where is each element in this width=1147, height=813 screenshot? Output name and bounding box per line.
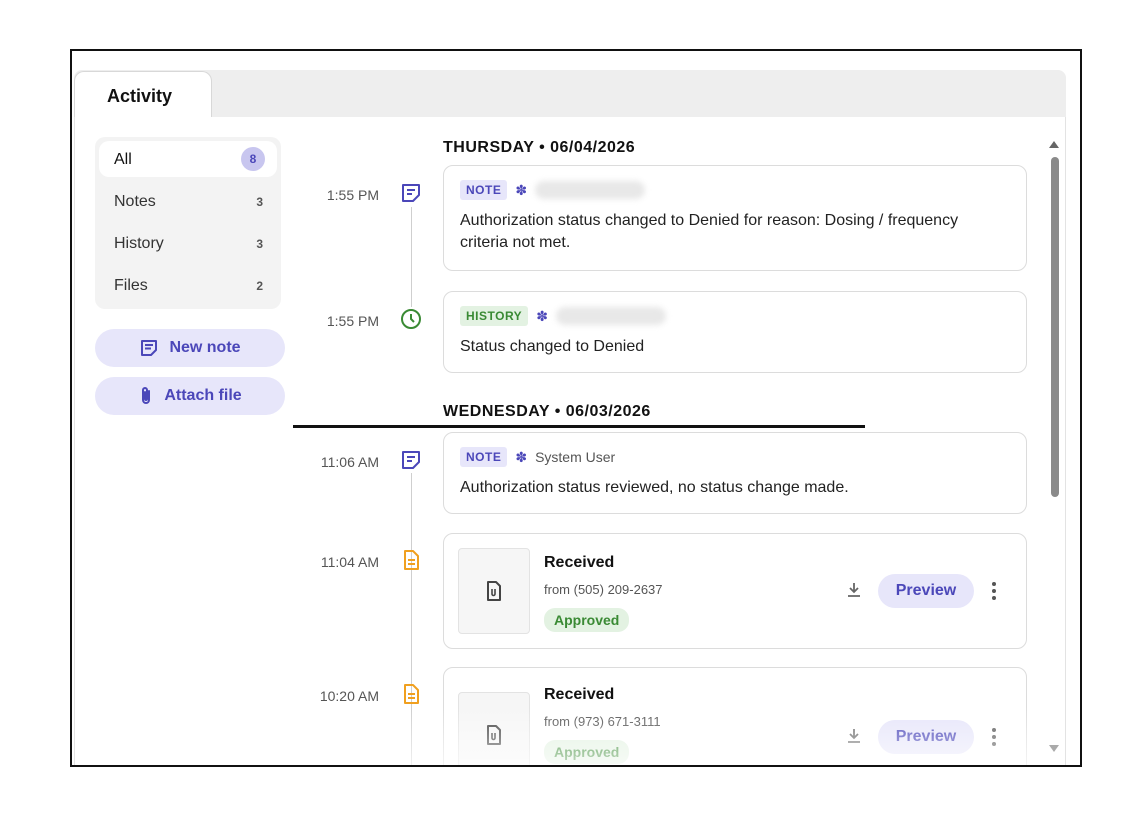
day-header-wednesday: WEDNESDAY • 06/03/2026 xyxy=(443,403,651,420)
more-options-icon[interactable] xyxy=(988,580,1000,602)
user-icon: ✽ xyxy=(515,181,528,198)
attachment-icon xyxy=(487,581,501,601)
history-tag: HISTORY xyxy=(460,306,529,326)
entry-time: 10:20 AM xyxy=(319,688,379,704)
filter-all-count: 8 xyxy=(241,147,265,171)
download-icon[interactable] xyxy=(844,726,864,746)
filter-history-label: History xyxy=(114,235,164,252)
file-icon xyxy=(404,550,419,570)
entry-time: 1:55 PM xyxy=(326,313,379,329)
filter-notes[interactable]: Notes 3 xyxy=(99,183,277,219)
new-note-button[interactable]: New note xyxy=(95,329,285,367)
history-text: Status changed to Denied xyxy=(460,338,645,355)
note-text: Authorization status reviewed, no status… xyxy=(460,479,849,496)
file-title: Received xyxy=(544,554,615,571)
status-badge: Approved xyxy=(544,740,630,764)
attach-file-button[interactable]: Attach file xyxy=(95,377,285,415)
download-icon[interactable] xyxy=(844,580,864,600)
activity-content: All 8 Notes 3 History 3 Files 2 New note xyxy=(74,117,1066,765)
card-meta: NOTE ✽ xyxy=(460,180,646,200)
note-icon xyxy=(402,451,420,469)
new-note-label: New note xyxy=(169,339,241,356)
filter-files[interactable]: Files 2 xyxy=(99,267,277,303)
scrollbar[interactable] xyxy=(1047,137,1061,757)
file-source: from (973) 671-3111 xyxy=(544,714,661,729)
filter-list: All 8 Notes 3 History 3 Files 2 xyxy=(95,137,281,309)
note-text: Authorization status changed to Denied f… xyxy=(460,212,959,251)
tab-bar xyxy=(74,70,1066,118)
scroll-down-icon[interactable] xyxy=(1049,745,1059,752)
entry-time: 11:04 AM xyxy=(320,554,379,570)
timeline-line xyxy=(411,207,412,307)
user-icon: ✽ xyxy=(515,448,528,465)
note-icon xyxy=(402,184,420,202)
filter-notes-label: Notes xyxy=(114,193,156,210)
file-icon xyxy=(404,684,419,704)
card-meta: NOTE ✽ System User xyxy=(460,447,615,467)
tab-activity[interactable]: Activity xyxy=(74,71,212,119)
attachment-icon xyxy=(487,725,501,745)
note-card: NOTE ✽ Authorization status changed to D… xyxy=(443,165,1027,271)
note-tag: NOTE xyxy=(460,180,508,200)
divider-line xyxy=(293,425,865,428)
redacted-author xyxy=(535,181,646,199)
file-title: Received xyxy=(544,686,615,703)
scroll-up-icon[interactable] xyxy=(1049,141,1059,148)
author-name: System User xyxy=(535,449,616,465)
activity-panel-frame: Activity All 8 Notes 3 History 3 Files 2 xyxy=(70,49,1082,767)
filter-all[interactable]: All 8 xyxy=(99,141,277,177)
file-source: from (505) 209-2637 xyxy=(544,582,663,597)
file-thumbnail[interactable] xyxy=(458,548,530,634)
day-header-thursday: THURSDAY • 06/04/2026 xyxy=(443,139,636,156)
attach-file-label: Attach file xyxy=(164,387,242,404)
note-card: NOTE ✽ System User Authorization status … xyxy=(443,432,1027,514)
note-icon xyxy=(141,340,158,356)
more-options-icon[interactable] xyxy=(988,726,1000,748)
file-card: Received from (973) 671-3111 Approved Pr… xyxy=(443,667,1027,765)
filter-notes-count: 3 xyxy=(256,195,263,209)
clock-icon xyxy=(401,309,421,329)
preview-button[interactable]: Preview xyxy=(878,574,974,608)
user-icon: ✽ xyxy=(536,307,548,324)
status-badge: Approved xyxy=(544,608,630,632)
filter-files-label: Files xyxy=(114,277,148,294)
note-tag: NOTE xyxy=(460,447,508,467)
file-thumbnail[interactable] xyxy=(458,692,530,765)
filter-history[interactable]: History 3 xyxy=(99,225,277,261)
redacted-author xyxy=(555,307,666,325)
history-card: HISTORY ✽ Status changed to Denied xyxy=(443,291,1027,373)
paperclip-icon xyxy=(142,387,151,404)
file-card: Received from (505) 209-2637 Approved Pr… xyxy=(443,533,1027,649)
card-meta: HISTORY ✽ xyxy=(460,306,666,326)
entry-time: 1:55 PM xyxy=(326,187,379,203)
preview-button[interactable]: Preview xyxy=(878,720,974,754)
entry-time: 11:06 AM xyxy=(320,454,379,470)
timeline-line xyxy=(411,473,412,765)
filter-files-count: 2 xyxy=(256,279,263,293)
scrollbar-thumb[interactable] xyxy=(1051,157,1059,497)
filter-all-label: All xyxy=(114,151,132,168)
filter-history-count: 3 xyxy=(256,237,263,251)
